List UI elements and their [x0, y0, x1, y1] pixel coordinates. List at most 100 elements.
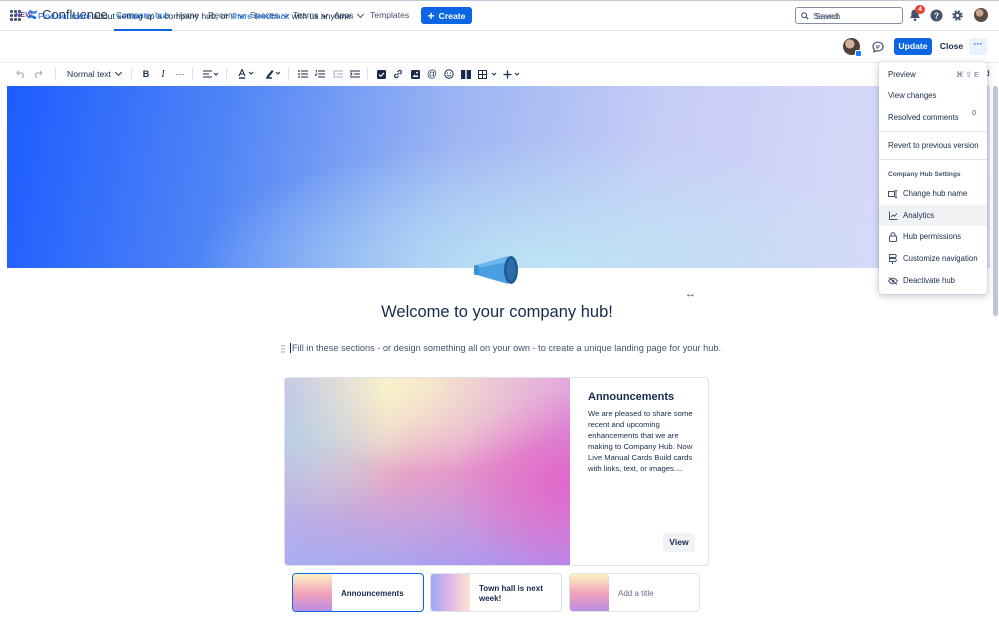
menu-divider [879, 131, 987, 132]
table-icon[interactable] [476, 67, 500, 81]
text-style-dropdown[interactable]: Normal text [67, 67, 122, 81]
resize-width-icon[interactable]: ↔ [685, 288, 696, 300]
scrollbar[interactable] [993, 86, 998, 316]
menu-label: Revert to previous version [888, 141, 979, 150]
close-button[interactable]: Close [937, 38, 966, 55]
card-title: Announcements [588, 391, 675, 403]
task-checkbox-icon[interactable] [375, 67, 387, 81]
menu-item-analytics[interactable]: Analytics [879, 205, 987, 226]
card-tab-label: Town hall is next week! [479, 584, 543, 603]
card-tab-add-title[interactable]: Add a title [569, 573, 700, 612]
menu-item-customize-navigation[interactable]: Customize navigation [879, 248, 987, 269]
toolbar-divider [367, 68, 368, 80]
body-placeholder[interactable]: Fill in these sections - or design somet… [290, 343, 721, 353]
numbered-list-icon[interactable] [314, 67, 326, 81]
announcement-card[interactable]: Announcements We are pleased to share so… [284, 377, 709, 566]
search-icon [801, 11, 809, 20]
more-actions-button[interactable]: ··· [969, 38, 987, 55]
notification-badge: 4 [915, 5, 925, 14]
text-style-label: Normal text [67, 69, 111, 79]
highlight-icon[interactable] [263, 67, 283, 81]
share-feedback-link[interactable]: share feedback [231, 11, 290, 21]
nav-templates[interactable]: Templates [370, 0, 409, 31]
profile-avatar[interactable] [974, 8, 988, 22]
card-thumbnail [570, 574, 609, 611]
chevron-down-icon [114, 68, 122, 77]
search-input[interactable]: Search [795, 7, 903, 24]
megaphone-icon [474, 256, 518, 284]
emoji-icon[interactable] [443, 67, 455, 81]
menu-divider [879, 159, 987, 160]
mention-icon[interactable]: @ [426, 67, 438, 81]
lock-icon [888, 231, 898, 242]
menu-item-preview[interactable]: Preview ⌘ ⇧ E [879, 64, 987, 85]
card-thumbnail [431, 574, 470, 611]
bold-icon[interactable]: B [140, 67, 152, 81]
card-tab-announcements[interactable]: Announcements [292, 573, 424, 612]
image-icon[interactable] [409, 67, 421, 81]
link-icon[interactable] [392, 67, 404, 81]
menu-label: Deactivate hub [903, 276, 956, 285]
menu-section-heading: Company Hub Settings [888, 171, 961, 178]
nav-label: Templates [370, 10, 410, 20]
menu-item-revert[interactable]: Revert to previous version [879, 135, 987, 156]
banner-message: Find out more about setting up a company… [38, 11, 353, 21]
saved-status: Saved [815, 11, 839, 21]
drag-handle-icon[interactable] [281, 345, 285, 353]
undo-icon[interactable] [15, 67, 27, 81]
analytics-chart-icon [888, 211, 898, 221]
menu-label: Preview [888, 70, 916, 79]
find-out-more-link[interactable]: Find out more [38, 11, 91, 21]
menu-label: Customize navigation [903, 254, 978, 263]
page-title[interactable]: Welcome to your company hub! [300, 303, 694, 322]
view-button[interactable]: View [663, 533, 695, 552]
update-button[interactable]: Update [894, 38, 932, 55]
card-tab-town-hall[interactable]: Town hall is next week! [430, 573, 562, 612]
menu-label: View changes [888, 91, 937, 100]
banner-text-1: about setting up a company hub, or [91, 11, 231, 21]
redo-icon[interactable] [32, 67, 44, 81]
toolbar-divider [226, 68, 227, 80]
toolbar-divider [192, 68, 193, 80]
svg-text:?: ? [934, 10, 939, 20]
menu-item-view-changes[interactable]: View changes [879, 85, 987, 106]
chevron-down-icon [356, 10, 364, 18]
more-formatting-icon[interactable]: ··· [174, 67, 186, 81]
toolbar-divider [131, 68, 132, 80]
more-actions-menu: Preview ⌘ ⇧ E View changes Resolved comm… [879, 62, 987, 294]
create-button[interactable]: + Create [421, 7, 472, 24]
text-color-icon[interactable] [236, 67, 256, 81]
menu-label: Hub permissions [903, 232, 962, 241]
align-icon[interactable] [201, 67, 221, 81]
help-icon[interactable]: ? [930, 9, 943, 22]
keyboard-shortcut: ⌘ ⇧ E [956, 70, 979, 79]
menu-item-deactivate-hub[interactable]: Deactivate hub [879, 270, 987, 291]
new-lozenge: NEW [15, 12, 33, 19]
menu-label: Analytics [903, 211, 935, 220]
editor-avatar[interactable] [843, 38, 862, 57]
menu-item-change-hub-name[interactable]: Change hub name [879, 183, 987, 204]
create-label: Create [438, 10, 466, 21]
insert-more-icon[interactable] [502, 67, 522, 81]
rename-icon [888, 189, 898, 199]
comment-icon[interactable] [872, 41, 884, 53]
italic-icon[interactable]: I [157, 67, 169, 81]
plus-icon: + [427, 8, 435, 23]
resolved-count: 0 [972, 110, 976, 117]
settings-gear-icon[interactable] [951, 9, 964, 22]
bullet-list-icon[interactable] [297, 67, 309, 81]
cover-image[interactable] [7, 86, 990, 268]
menu-label: Resolved comments [888, 113, 959, 122]
menu-label: Change hub name [903, 189, 968, 198]
card-description: We are pleased to share some recent and … [588, 409, 693, 473]
toolbar-divider [288, 68, 289, 80]
signpost-icon [888, 253, 898, 264]
toolbar-divider [55, 68, 56, 80]
outdent-icon[interactable] [332, 67, 344, 81]
banner-text-2: with us anytime. [289, 11, 354, 21]
layout-columns-icon[interactable] [460, 67, 472, 81]
menu-item-hub-permissions[interactable]: Hub permissions [879, 226, 987, 247]
menu-item-resolved-comments[interactable]: Resolved comments 0 [879, 107, 987, 128]
eye-off-icon [888, 276, 898, 286]
indent-icon[interactable] [349, 67, 361, 81]
